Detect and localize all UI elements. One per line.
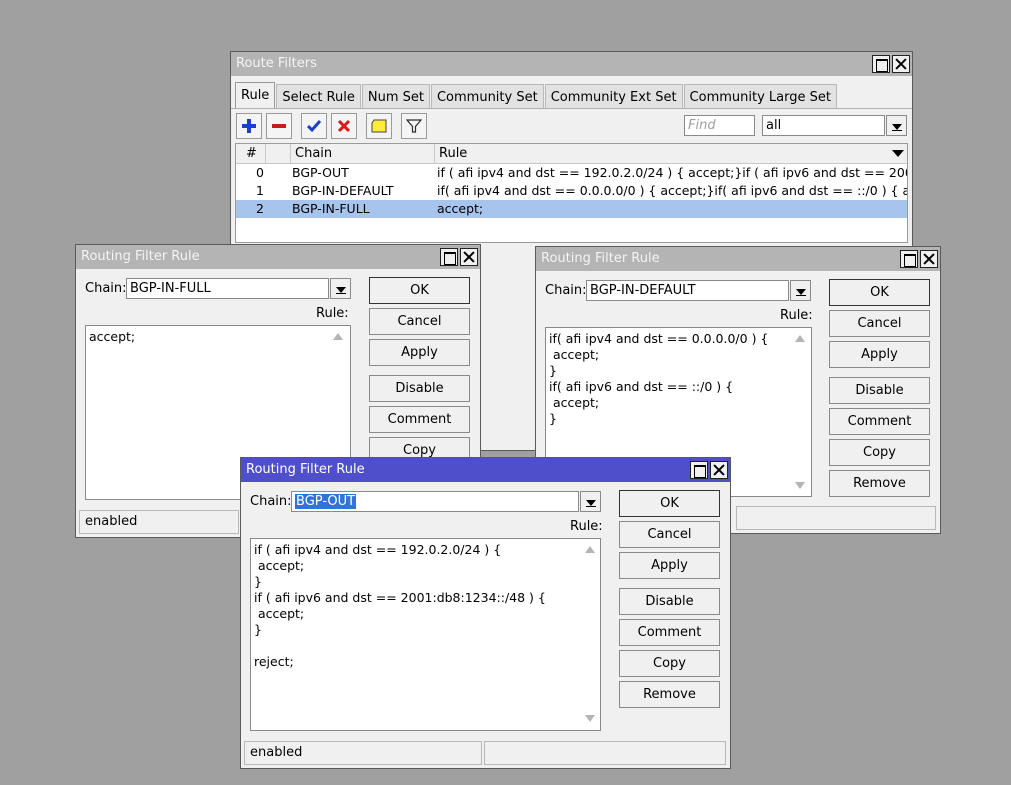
remove-icon[interactable] bbox=[266, 113, 292, 139]
find-input[interactable]: Find bbox=[684, 115, 755, 136]
disable-button[interactable]: Disable bbox=[619, 588, 720, 615]
row-num: 2 bbox=[256, 201, 264, 216]
disable-button[interactable]: Disable bbox=[369, 375, 470, 402]
scroll-up-icon[interactable] bbox=[585, 546, 595, 553]
chain-dropdown-arrow-icon[interactable] bbox=[580, 491, 601, 512]
table-row-selected[interactable]: 2 BGP-IN-FULL accept; bbox=[236, 200, 907, 218]
table-row[interactable]: 1 BGP-IN-DEFAULT if( afi ipv4 and dst ==… bbox=[236, 182, 907, 200]
row-rule: if ( afi ipv4 and dst == 192.0.2.0/24 ) … bbox=[437, 165, 907, 180]
ok-button[interactable]: OK bbox=[829, 279, 930, 306]
maximize-icon[interactable] bbox=[690, 461, 708, 479]
cancel-button[interactable]: Cancel bbox=[369, 308, 470, 335]
chain-label: Chain: bbox=[545, 283, 587, 298]
rule-textarea[interactable]: if ( afi ipv4 and dst == 192.0.2.0/24 ) … bbox=[250, 538, 601, 731]
comment-button[interactable]: Comment bbox=[369, 406, 470, 433]
enable-check-icon[interactable] bbox=[301, 113, 327, 139]
filter-funnel-icon[interactable] bbox=[401, 113, 427, 139]
tab-rule[interactable]: Rule bbox=[235, 82, 276, 109]
ok-button[interactable]: OK bbox=[619, 490, 720, 517]
status-bar: enabled bbox=[79, 510, 239, 534]
filter-dropdown-arrow-icon[interactable] bbox=[886, 115, 907, 136]
dialog-title: Routing Filter Rule bbox=[246, 462, 365, 477]
tab-divider bbox=[231, 108, 912, 109]
comment-note-icon[interactable] bbox=[366, 113, 392, 139]
remove-button[interactable]: Remove bbox=[829, 470, 930, 497]
chain-dropdown-arrow-icon[interactable] bbox=[790, 280, 811, 301]
chain-input-selected-text: BGP-OUT bbox=[295, 494, 357, 509]
comment-button[interactable]: Comment bbox=[619, 619, 720, 646]
chain-label: Chain: bbox=[85, 281, 127, 296]
cancel-button[interactable]: Cancel bbox=[619, 521, 720, 548]
remove-button[interactable]: Remove bbox=[619, 681, 720, 708]
table-row[interactable]: 0 BGP-OUT if ( afi ipv4 and dst == 192.0… bbox=[236, 164, 907, 182]
row-chain: BGP-IN-DEFAULT bbox=[292, 183, 394, 198]
cancel-button[interactable]: Cancel bbox=[829, 310, 930, 337]
scroll-up-icon[interactable] bbox=[795, 335, 805, 342]
row-chain: BGP-OUT bbox=[292, 165, 349, 180]
column-header-chain[interactable]: Chain bbox=[291, 144, 435, 163]
rule-label: Rule: bbox=[316, 306, 349, 321]
scroll-up-icon[interactable] bbox=[333, 333, 343, 340]
apply-button[interactable]: Apply bbox=[619, 552, 720, 579]
column-header-rule[interactable]: Rule bbox=[435, 144, 907, 163]
scroll-down-icon[interactable] bbox=[795, 482, 805, 489]
close-icon[interactable] bbox=[892, 55, 910, 73]
rule-label: Rule: bbox=[780, 308, 813, 323]
dialog-titlebar[interactable]: Routing Filter Rule bbox=[76, 245, 480, 269]
row-num: 1 bbox=[256, 183, 264, 198]
dialog-title: Routing Filter Rule bbox=[541, 251, 660, 266]
route-filters-titlebar[interactable]: Route Filters bbox=[231, 52, 912, 76]
dialog-title: Routing Filter Rule bbox=[81, 249, 200, 264]
filter-select[interactable]: all bbox=[762, 115, 885, 136]
row-chain: BGP-IN-FULL bbox=[292, 201, 370, 216]
chain-input[interactable]: BGP-IN-FULL bbox=[126, 278, 329, 299]
status-bar bbox=[736, 506, 936, 530]
close-icon[interactable] bbox=[710, 461, 728, 479]
tab-num-set[interactable]: Num Set bbox=[361, 84, 430, 109]
tab-community-ext-set[interactable]: Community Ext Set bbox=[544, 84, 683, 109]
rule-dialog-out: Routing Filter Rule Chain: BGP-OUT Rule:… bbox=[240, 457, 731, 769]
chain-label: Chain: bbox=[250, 494, 292, 509]
column-header-blank[interactable] bbox=[266, 144, 291, 163]
close-icon[interactable] bbox=[460, 248, 478, 266]
disable-x-icon[interactable] bbox=[331, 113, 357, 139]
tab-bar: Rule Select Rule Num Set Community Set C… bbox=[235, 82, 838, 109]
tab-community-large-set[interactable]: Community Large Set bbox=[683, 84, 837, 109]
row-rule: if( afi ipv4 and dst == 0.0.0.0/0 ) { ac… bbox=[437, 183, 908, 198]
apply-button[interactable]: Apply bbox=[829, 341, 930, 368]
dialog-titlebar[interactable]: Routing Filter Rule bbox=[536, 247, 940, 271]
row-num: 0 bbox=[256, 165, 264, 180]
table-header: # Chain Rule bbox=[236, 144, 907, 164]
rules-table: # Chain Rule 0 BGP-OUT if ( afi ipv4 and… bbox=[235, 143, 908, 243]
row-rule: accept; bbox=[437, 201, 484, 216]
comment-button[interactable]: Comment bbox=[829, 408, 930, 435]
tab-select-rule[interactable]: Select Rule bbox=[276, 84, 361, 109]
rule-label: Rule: bbox=[570, 519, 603, 534]
close-icon[interactable] bbox=[920, 250, 938, 268]
copy-button[interactable]: Copy bbox=[829, 439, 930, 466]
maximize-icon[interactable] bbox=[872, 55, 890, 73]
maximize-icon[interactable] bbox=[440, 248, 458, 266]
disable-button[interactable]: Disable bbox=[829, 377, 930, 404]
add-icon[interactable] bbox=[236, 113, 262, 139]
copy-button[interactable]: Copy bbox=[619, 650, 720, 677]
chain-dropdown-arrow-icon[interactable] bbox=[330, 278, 351, 299]
dialog-titlebar[interactable]: Routing Filter Rule bbox=[241, 458, 730, 482]
column-menu-arrow-icon[interactable] bbox=[892, 150, 904, 157]
status-bar: enabled bbox=[244, 741, 482, 765]
column-header-num[interactable]: # bbox=[236, 144, 266, 163]
chain-input[interactable]: BGP-OUT bbox=[291, 491, 579, 512]
scroll-down-icon[interactable] bbox=[585, 715, 595, 722]
chain-input[interactable]: BGP-IN-DEFAULT bbox=[586, 280, 789, 301]
maximize-icon[interactable] bbox=[900, 250, 918, 268]
status-bar-secondary bbox=[484, 741, 726, 765]
ok-button[interactable]: OK bbox=[369, 277, 470, 304]
tab-community-set[interactable]: Community Set bbox=[430, 84, 544, 109]
window-title: Route Filters bbox=[236, 56, 317, 71]
apply-button[interactable]: Apply bbox=[369, 339, 470, 366]
